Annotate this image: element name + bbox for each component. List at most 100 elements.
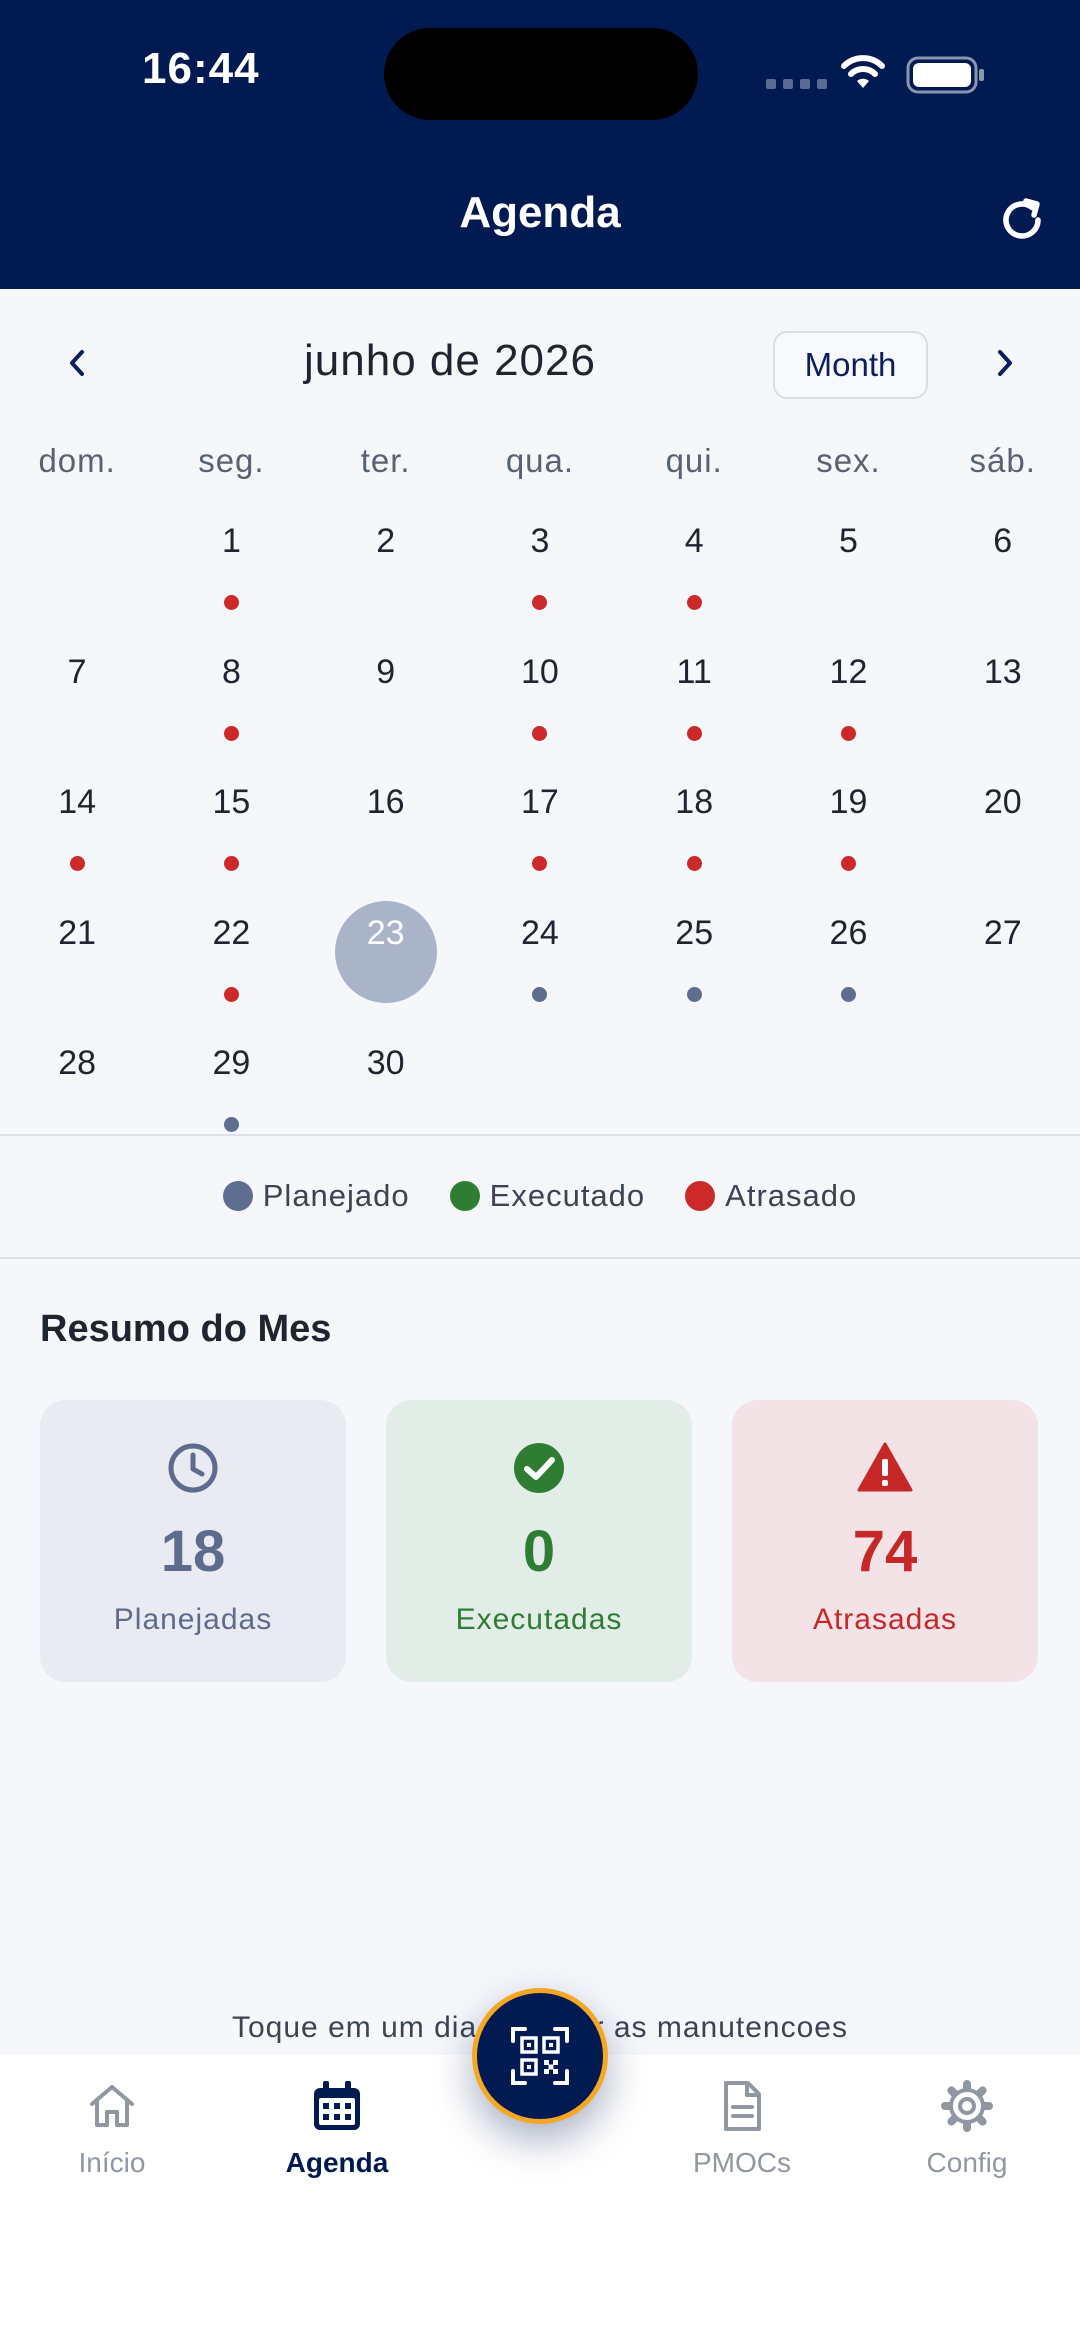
weekday-label: ter.	[360, 442, 411, 479]
wifi-icon	[841, 55, 885, 88]
calendar-day[interactable]: 27	[926, 892, 1080, 1023]
day-number: 10	[521, 652, 559, 691]
day-number: 7	[67, 652, 87, 691]
clock-icon	[168, 1443, 218, 1493]
summary-cards: 18 Planejadas 0 Executadas 74 Atrasadas	[40, 1400, 1040, 1682]
nav-label: Início	[78, 2147, 146, 2178]
late-label: Atrasadas	[812, 1603, 958, 1636]
weekday-label: qua.	[505, 442, 575, 479]
weekday-label: sáb.	[969, 442, 1036, 479]
day-number: 11	[676, 652, 712, 691]
day-number: 30	[366, 1044, 405, 1082]
day-number: 20	[983, 783, 1022, 821]
calendar-day[interactable]: 6	[926, 500, 1080, 631]
legend-label: Executado	[489, 1178, 646, 1213]
planned-indicator-dot	[686, 986, 702, 1002]
nav-item-config[interactable]: Config	[892, 2069, 1042, 2179]
battery-icon	[906, 56, 984, 94]
calendar-day[interactable]: 24	[463, 892, 617, 1023]
summary-title: Resumo do Mes	[40, 1308, 332, 1350]
calendar-day[interactable]: 5	[771, 500, 925, 631]
day-number: 17	[521, 783, 559, 821]
day-number: 5	[839, 522, 858, 560]
planned-count: 18	[160, 1519, 226, 1584]
previous-month-button[interactable]	[50, 336, 104, 390]
legend-label: Atrasado	[725, 1178, 858, 1213]
planned-summary-card[interactable]: 18 Planejadas	[40, 1400, 346, 1682]
calendar-day[interactable]: 21	[0, 892, 154, 1023]
late-indicator-dot	[69, 856, 85, 871]
day-number: 16	[366, 783, 405, 821]
view-mode-button[interactable]: Month	[773, 331, 928, 399]
planned-indicator-dot	[223, 1117, 239, 1132]
nav-label: PMOCs	[693, 2147, 791, 2178]
calendar-day[interactable]: 2	[309, 500, 463, 631]
calendar-day[interactable]: 25	[617, 892, 771, 1023]
day-number: 18	[675, 783, 714, 821]
chevron-right-icon	[998, 350, 1012, 376]
weekday-label: dom.	[38, 442, 116, 479]
day-number: 14	[58, 783, 97, 821]
weekday-label: qui.	[665, 442, 723, 479]
day-number: 25	[675, 913, 714, 952]
calendar-day[interactable]: 29	[154, 1022, 308, 1153]
calendar-day[interactable]: 26	[771, 892, 925, 1023]
calendar-day[interactable]: 9	[309, 631, 463, 762]
calendar-day-selected[interactable]: 23	[309, 892, 463, 1023]
calendar-day[interactable]: 4	[617, 500, 771, 631]
calendar-day[interactable]: 12	[771, 631, 925, 762]
app-header: 16:44 Agenda	[0, 0, 1080, 289]
weekday-header: dom. seg. ter. qua. qui. sex. sáb.	[0, 442, 1080, 480]
day-number: 13	[983, 652, 1022, 691]
legend-item-planned: Planejado	[222, 1178, 410, 1214]
calendar-day[interactable]: 28	[0, 1022, 154, 1153]
nav-item-agenda[interactable]: Agenda	[262, 2069, 412, 2179]
day-number: 22	[212, 913, 251, 952]
calendar-day[interactable]: 15	[154, 761, 308, 892]
day-number: 24	[521, 913, 559, 952]
planned-indicator-dot	[840, 986, 856, 1002]
status-icons	[766, 52, 996, 96]
divider	[0, 1257, 1080, 1259]
weekday-label: seg.	[198, 442, 265, 479]
calendar-day[interactable]: 22	[154, 892, 308, 1023]
day-number: 28	[58, 1044, 97, 1082]
late-indicator-dot	[686, 595, 702, 610]
calendar-day[interactable]: 8	[154, 631, 308, 762]
divider	[0, 1134, 1080, 1136]
calendar-day[interactable]: 14	[0, 761, 154, 892]
day-number: 1	[221, 522, 241, 560]
calendar-day[interactable]: 16	[309, 761, 463, 892]
day-number: 15	[212, 783, 251, 821]
calendar-day[interactable]: 20	[926, 761, 1080, 892]
late-summary-card[interactable]: 74 Atrasadas	[732, 1400, 1038, 1682]
late-dot-icon	[685, 1181, 716, 1211]
nav-item-pmocs[interactable]: PMOCs	[667, 2069, 817, 2179]
calendar-day[interactable]: 10	[463, 631, 617, 762]
day-number: 29	[212, 1044, 251, 1082]
warning-icon	[857, 1442, 913, 1492]
day-number: 6	[993, 522, 1013, 560]
calendar-day[interactable]: 18	[617, 761, 771, 892]
day-number: 3	[530, 522, 550, 560]
day-number: 23	[366, 913, 405, 952]
next-month-button[interactable]	[978, 336, 1032, 390]
planned-indicator-dot	[532, 986, 548, 1002]
qr-scan-button[interactable]	[472, 1988, 608, 2124]
nav-item-inicio[interactable]: Início	[37, 2069, 187, 2179]
document-icon	[724, 2081, 761, 2131]
calendar-legend: Planejado Executado Atrasado	[0, 1170, 1080, 1222]
calendar-day[interactable]: 17	[463, 761, 617, 892]
refresh-icon[interactable]	[994, 192, 1050, 248]
calendar-day[interactable]: 30	[309, 1022, 463, 1153]
calendar-day[interactable]: 19	[771, 761, 925, 892]
calendar-day[interactable]: 7	[0, 631, 154, 762]
calendar-day[interactable]: 13	[926, 631, 1080, 762]
calendar-day[interactable]: 1	[154, 500, 308, 631]
executed-summary-card[interactable]: 0 Executadas	[386, 1400, 692, 1682]
day-number: 8	[221, 652, 241, 691]
day-number: 21	[58, 913, 97, 952]
calendar-day[interactable]: 3	[463, 500, 617, 631]
planned-label: Planejadas	[113, 1603, 273, 1636]
calendar-day[interactable]: 11	[617, 631, 771, 762]
